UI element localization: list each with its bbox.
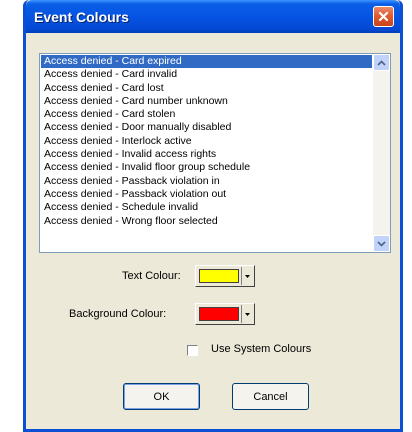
scroll-down-button[interactable]: [373, 235, 390, 252]
event-list-items: Access denied - Card expired Access denie…: [41, 55, 372, 251]
title-bar[interactable]: Event Colours: [26, 0, 400, 33]
list-item[interactable]: Access denied - Card number unknown: [41, 95, 372, 108]
dropdown-arrow-icon: [245, 274, 250, 278]
list-item[interactable]: Access denied - Card lost: [41, 82, 372, 95]
background-colour-picker[interactable]: [195, 303, 255, 325]
scroll-up-button[interactable]: [373, 54, 390, 71]
list-item[interactable]: Access denied - Invalid floor group sche…: [41, 161, 372, 174]
close-button[interactable]: [373, 6, 394, 27]
text-colour-swatch: [199, 269, 239, 283]
chevron-down-icon: [377, 240, 386, 247]
window-title: Event Colours: [34, 9, 129, 25]
list-item[interactable]: Access denied - Invalid access rights: [41, 148, 372, 161]
use-system-colours-checkbox[interactable]: [187, 345, 198, 356]
text-colour-label: Text Colour:: [122, 270, 181, 282]
list-item[interactable]: Access denied - Interlock active: [41, 135, 372, 148]
list-scrollbar[interactable]: [373, 54, 390, 252]
list-item[interactable]: Access denied - Passback violation in: [41, 175, 372, 188]
list-item[interactable]: Access denied - Schedule invalid: [41, 201, 372, 214]
text-colour-picker[interactable]: [195, 265, 255, 287]
list-item[interactable]: Access denied - Wrong floor selected: [41, 215, 372, 228]
event-list[interactable]: Access denied - Card expired Access denie…: [39, 53, 391, 253]
background-colour-swatch: [199, 307, 239, 321]
background-colour-dropdown-button[interactable]: [241, 305, 253, 323]
list-item[interactable]: Access denied - Card stolen: [41, 108, 372, 121]
text-colour-dropdown-button[interactable]: [241, 267, 253, 285]
cancel-button[interactable]: Cancel: [232, 383, 309, 410]
dropdown-arrow-icon: [245, 312, 250, 316]
chevron-up-icon: [377, 59, 386, 66]
list-item[interactable]: Access denied - Door manually disabled: [41, 121, 372, 134]
ok-button[interactable]: OK: [123, 383, 200, 410]
list-item[interactable]: Access denied - Card expired: [41, 55, 372, 69]
list-item[interactable]: Access denied - Card invalid: [41, 68, 372, 81]
background-colour-label: Background Colour:: [69, 308, 167, 320]
use-system-colours-label[interactable]: Use System Colours: [211, 343, 311, 355]
list-item[interactable]: Access denied - Passback violation out: [41, 188, 372, 201]
event-colours-dialog: Event Colours Access denied - Card expir…: [23, 0, 403, 432]
close-icon: [378, 11, 389, 22]
